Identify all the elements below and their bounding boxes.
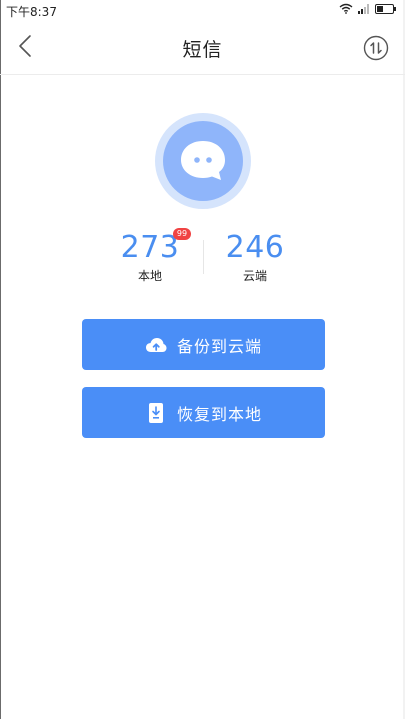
cloud-upload-icon: [145, 334, 167, 356]
local-count-block: 273 本地 99: [110, 228, 191, 284]
phone-download-icon: [145, 402, 167, 424]
message-counts: 273 本地 99 246 云端: [110, 228, 300, 290]
cloud-count-block: 246 云端: [215, 230, 295, 284]
page-title: 短信: [182, 39, 223, 61]
status-bar: 下午8:37: [0, 0, 405, 20]
backup-button-label: 备份到云端: [176, 336, 262, 356]
sync-arrows-icon: [363, 35, 389, 65]
sync-button[interactable]: [363, 35, 389, 61]
battery-icon: [375, 3, 397, 17]
chat-bubble-icon: [155, 113, 251, 213]
wifi-icon: [339, 3, 353, 17]
signal-icon: [358, 3, 370, 17]
count-divider: [203, 240, 204, 274]
unread-badge: 99: [173, 228, 191, 240]
status-icons: [339, 3, 397, 17]
backup-to-cloud-button[interactable]: 备份到云端: [82, 319, 325, 370]
messages-hero: [155, 113, 251, 209]
cloud-count: 246: [225, 230, 285, 265]
cloud-label: 云端: [242, 269, 267, 283]
title-bar: 短信: [0, 22, 405, 75]
restore-to-local-button[interactable]: 恢复到本地: [82, 387, 325, 438]
local-label: 本地: [137, 269, 162, 283]
screen-edge: [0, 0, 1, 719]
restore-button-label: 恢复到本地: [176, 404, 262, 424]
status-time: 下午8:37: [6, 5, 57, 19]
